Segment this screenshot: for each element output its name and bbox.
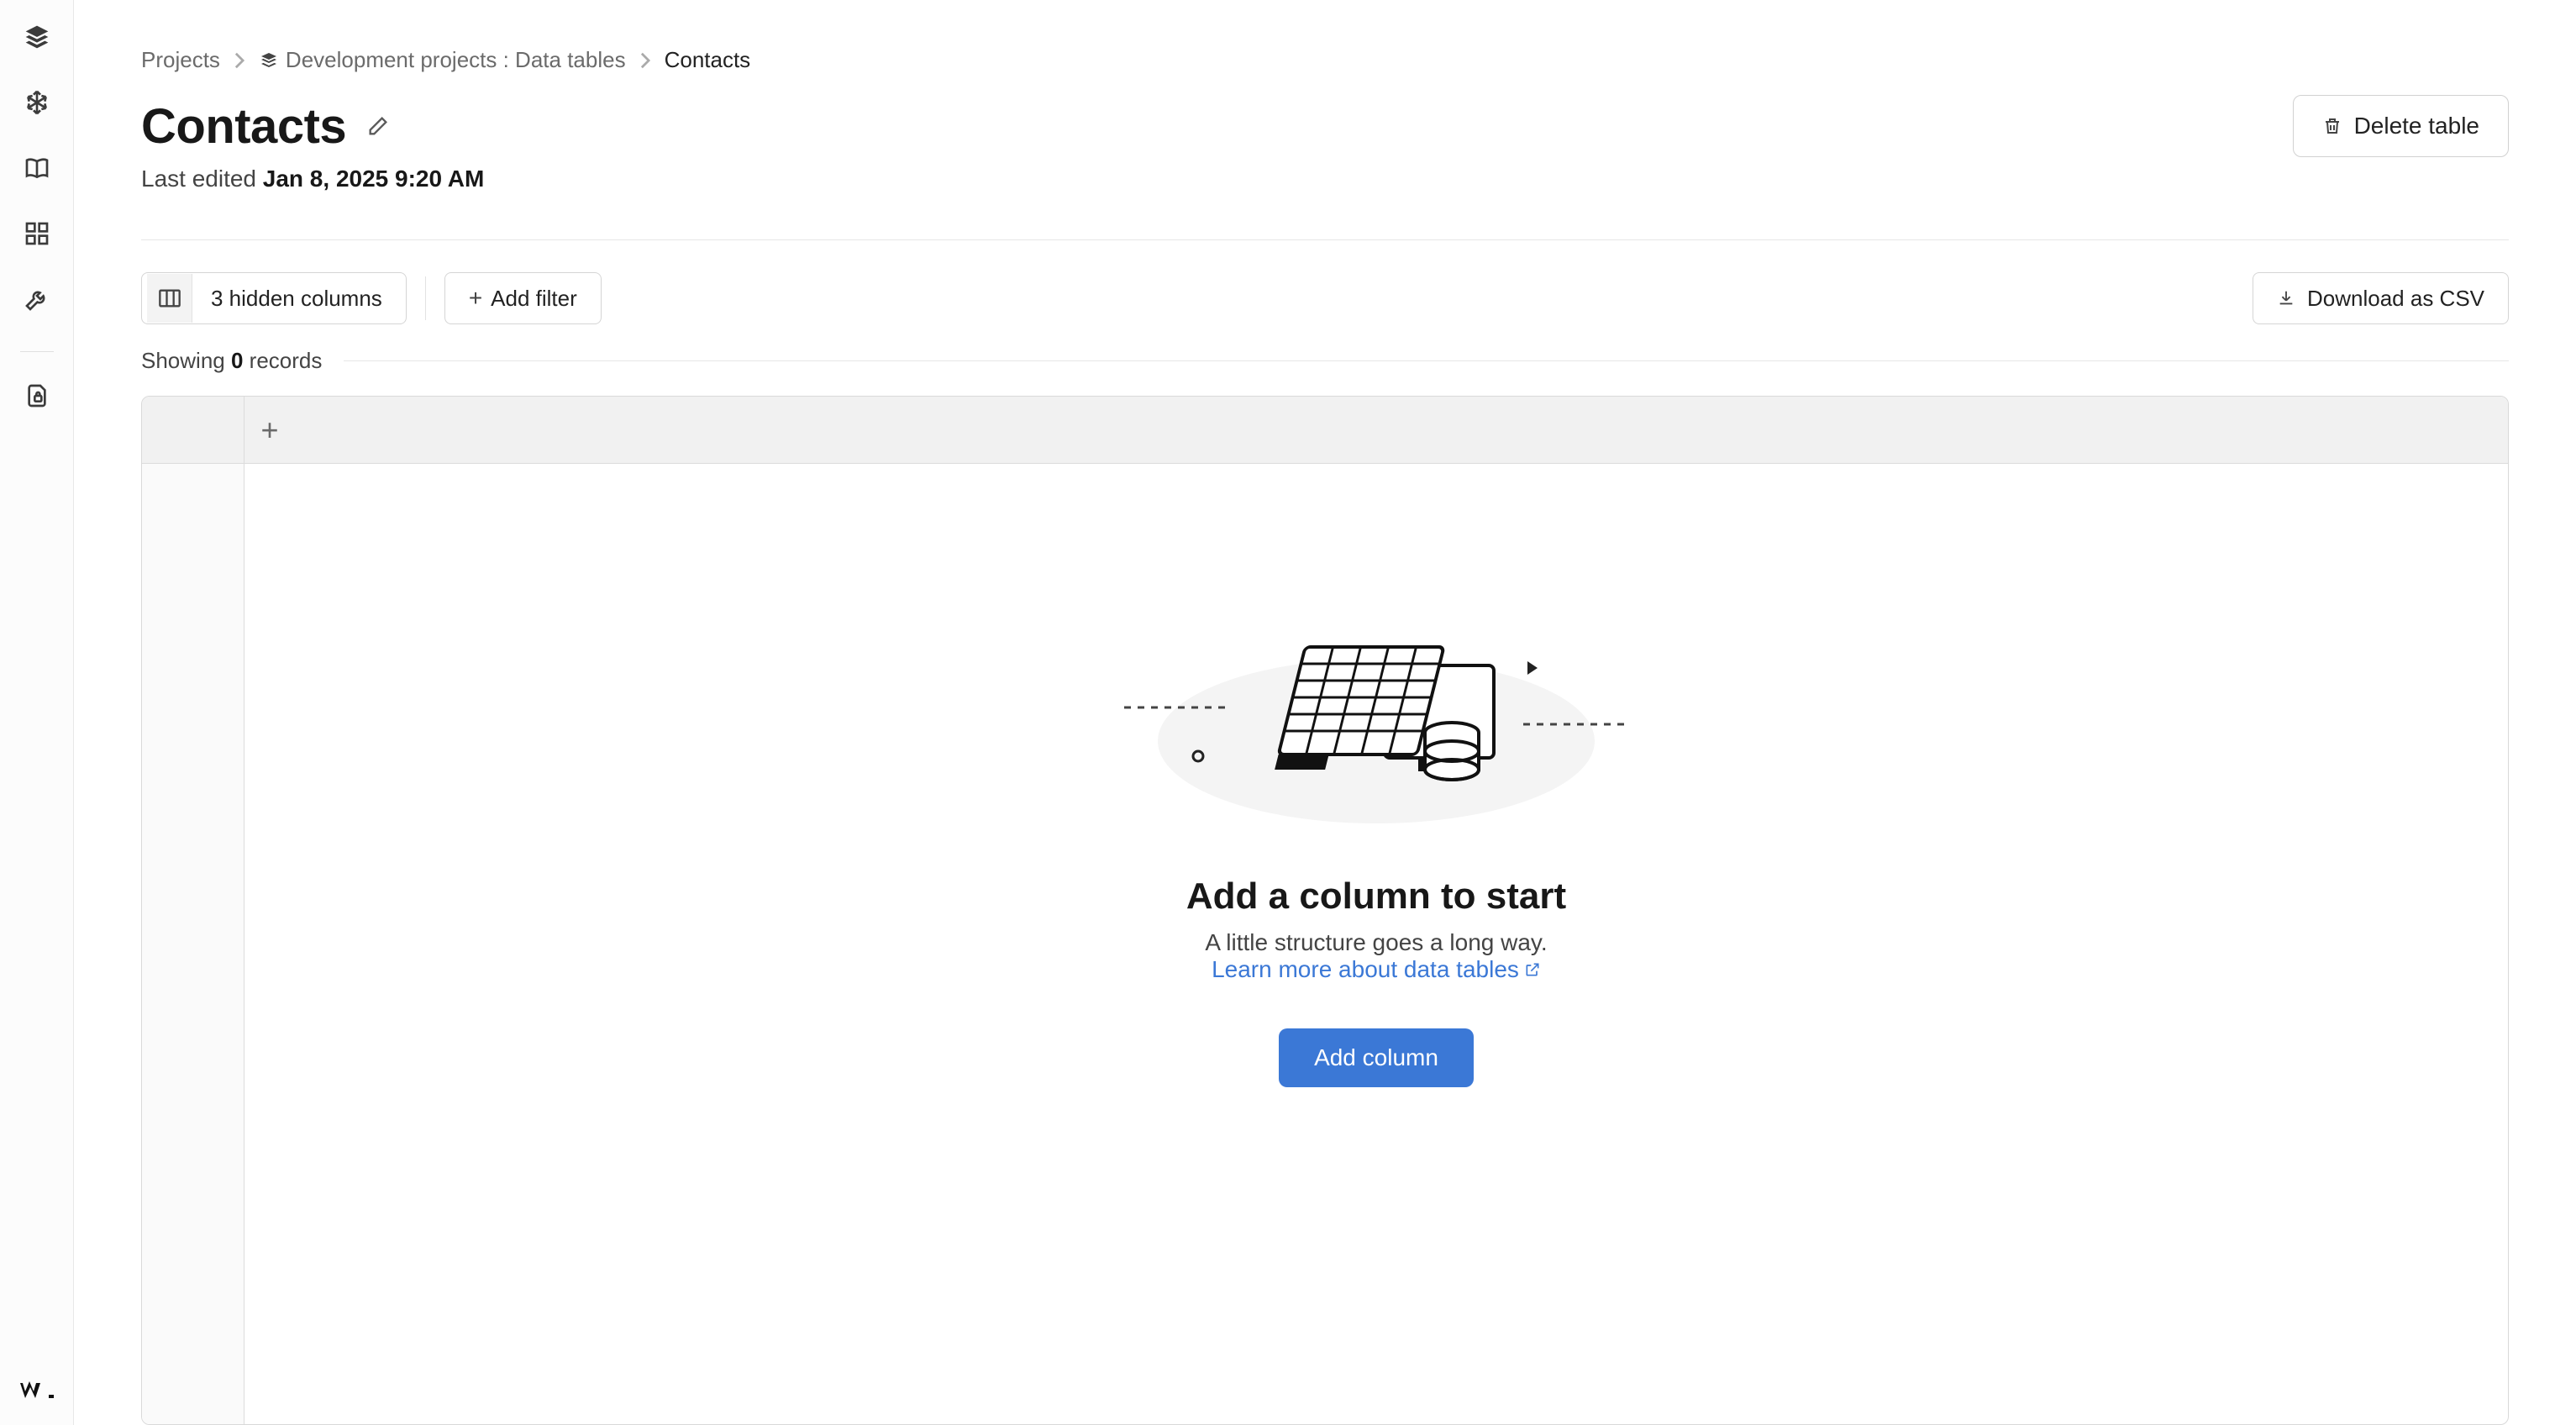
empty-state-subtitle: A little structure goes a long way. Lear…: [1057, 929, 1695, 983]
toolbar: 3 hidden columns + Add filter Download a…: [141, 272, 2509, 324]
sidebar-item-document[interactable]: [17, 377, 57, 418]
record-count-row: Showing 0 records: [141, 348, 2509, 374]
delete-table-button[interactable]: Delete table: [2293, 95, 2509, 157]
columns-icon: [147, 274, 192, 323]
table-body: Add a column to start A little structure…: [142, 464, 2508, 1424]
edit-title-button[interactable]: [361, 109, 395, 143]
add-column-button[interactable]: Add column: [1279, 1028, 1474, 1087]
plus-icon: +: [260, 415, 278, 445]
grid-icon: [24, 220, 50, 251]
record-count-number: 0: [231, 348, 243, 373]
empty-state-illustration: [1116, 615, 1637, 825]
delete-table-label: Delete table: [2354, 113, 2479, 139]
main-content: Projects Development projects : Data tab…: [74, 0, 2576, 1425]
hidden-columns-button[interactable]: 3 hidden columns: [141, 272, 407, 324]
data-table: +: [141, 396, 2509, 1425]
external-link-icon: [1524, 961, 1541, 978]
trash-icon: [2322, 114, 2342, 138]
table-header-row: +: [142, 397, 2508, 464]
add-filter-label: Add filter: [491, 286, 577, 312]
brand-logo[interactable]: [0, 1378, 73, 1403]
record-count-suffix: records: [243, 348, 322, 373]
table-empty-area: Add a column to start A little structure…: [244, 464, 2508, 1424]
title-row: Contacts Delete table: [141, 95, 2509, 157]
learn-more-label: Learn more about data tables: [1212, 956, 1519, 983]
table-rownum-gutter: [142, 464, 244, 1424]
breadcrumb-middle[interactable]: Development projects : Data tables: [259, 47, 626, 73]
add-column-header-button[interactable]: +: [244, 397, 295, 463]
page-title: Contacts: [141, 98, 346, 155]
toolbar-divider: [425, 276, 426, 320]
document-lock-icon: [24, 382, 50, 413]
chevron-right-icon: [638, 51, 653, 70]
breadcrumb-projects[interactable]: Projects: [141, 47, 220, 73]
add-filter-button[interactable]: + Add filter: [444, 272, 602, 324]
breadcrumb: Projects Development projects : Data tab…: [141, 47, 2509, 73]
snowflake-icon: [24, 89, 50, 120]
chevron-right-icon: [232, 51, 247, 70]
sidebar-divider: [20, 351, 54, 352]
breadcrumb-current: Contacts: [665, 47, 751, 73]
sidebar-item-book[interactable]: [17, 150, 57, 190]
hidden-columns-label: 3 hidden columns: [192, 286, 401, 312]
download-csv-label: Download as CSV: [2307, 286, 2484, 312]
sidebar-item-stacks[interactable]: [17, 18, 57, 59]
last-edited-label: Last edited: [141, 166, 263, 192]
empty-state-subtitle-text: A little structure goes a long way.: [1205, 929, 1547, 955]
record-count-line: [344, 360, 2509, 361]
sidebar-item-wrench[interactable]: [17, 281, 57, 321]
empty-state: Add a column to start A little structure…: [1057, 615, 1695, 1424]
pencil-icon: [366, 114, 390, 138]
learn-more-link[interactable]: Learn more about data tables: [1212, 956, 1541, 983]
download-csv-button[interactable]: Download as CSV: [2253, 272, 2509, 324]
book-icon: [24, 155, 50, 186]
download-icon: [2277, 287, 2295, 309]
wrench-icon: [24, 286, 50, 317]
record-count-prefix: Showing: [141, 348, 231, 373]
breadcrumb-middle-label: Development projects : Data tables: [286, 47, 626, 73]
divider: [141, 239, 2509, 240]
stack-icon: [259, 50, 279, 71]
record-count-text: Showing 0 records: [141, 348, 322, 374]
last-edited-timestamp: Jan 8, 2025 9:20 AM: [263, 166, 485, 192]
sidebar: [0, 0, 74, 1425]
sidebar-item-snowflake[interactable]: [17, 84, 57, 124]
sidebar-item-grid[interactable]: [17, 215, 57, 255]
stack-icon: [24, 24, 50, 55]
empty-state-title: Add a column to start: [1186, 876, 1566, 918]
last-edited: Last edited Jan 8, 2025 9:20 AM: [141, 166, 2509, 192]
plus-icon: +: [469, 285, 482, 312]
table-header-rownum: [142, 397, 244, 463]
